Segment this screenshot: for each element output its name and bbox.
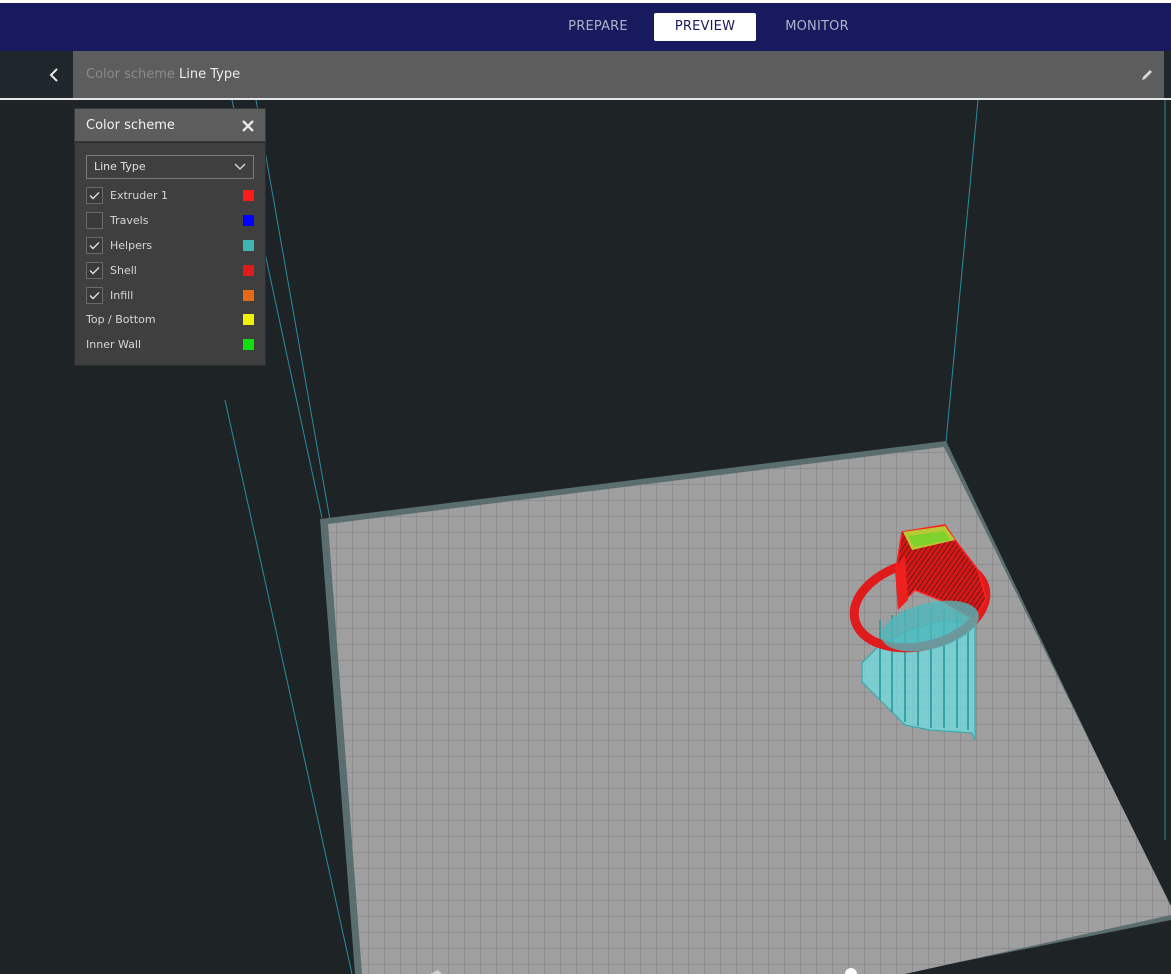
panel-header: Color scheme (74, 108, 266, 142)
checkbox[interactable] (86, 237, 103, 254)
chevron-down-icon (234, 163, 246, 171)
chevron-left-icon (49, 68, 58, 82)
checkmark-icon (89, 242, 100, 250)
build-plate (320, 441, 1171, 974)
color-scheme-selector[interactable]: Color scheme Line Type (73, 51, 1164, 98)
legend-item-helpers[interactable]: Helpers (86, 237, 256, 255)
dropdown-value: Line Type (94, 160, 146, 173)
panel-body: Line Type Extruder 1 Travels Helpers Shell I… (74, 142, 266, 366)
panel-title: Color scheme (86, 118, 175, 133)
color-scheme-panel: Color scheme Line Type Extruder 1 Travels… (74, 108, 266, 366)
legend-item-shell[interactable]: Shell (86, 262, 256, 280)
color-scheme-value: Line Type (179, 67, 241, 82)
legend-item-label: Inner Wall (86, 338, 141, 351)
color-scheme-label: Color scheme (86, 67, 175, 82)
close-icon[interactable] (240, 118, 256, 134)
tab-preview[interactable]: PREVIEW (654, 13, 756, 41)
view-header: Color scheme Line Type (0, 51, 1171, 100)
checkbox[interactable] (86, 212, 103, 229)
legend-item-extruder-1[interactable]: Extruder 1 (86, 187, 256, 205)
legend-item-label: Shell (110, 264, 137, 277)
checkmark-icon (89, 292, 100, 300)
legend-item-label: Extruder 1 (110, 189, 169, 202)
checkmark-icon (89, 192, 100, 200)
checkbox[interactable] (86, 187, 103, 204)
color-swatch (243, 339, 254, 350)
color-swatch (243, 215, 254, 226)
checkbox[interactable] (86, 287, 103, 304)
color-swatch (243, 190, 254, 201)
stage-menu-bar: PREPARE PREVIEW MONITOR (0, 0, 1171, 51)
legend-item-label: Top / Bottom (86, 313, 156, 326)
color-swatch (243, 290, 254, 301)
legend-item-label: Helpers (110, 239, 153, 252)
legend-item-label: Travels (110, 214, 149, 227)
legend-item-travels[interactable]: Travels (86, 212, 256, 230)
checkbox[interactable] (86, 262, 103, 279)
legend-item-label: Infill (110, 289, 134, 302)
tab-prepare[interactable]: PREPARE (557, 13, 639, 41)
back-button[interactable] (0, 51, 73, 98)
tab-monitor[interactable]: MONITOR (774, 13, 860, 41)
legend-item-inner-wall: Inner Wall (86, 336, 256, 354)
line-type-dropdown[interactable]: Line Type (86, 155, 254, 179)
legend-item-top-bottom: Top / Bottom (86, 311, 256, 329)
color-swatch (243, 265, 254, 276)
pencil-icon[interactable] (1140, 68, 1154, 82)
color-swatch (243, 314, 254, 325)
checkmark-icon (89, 267, 100, 275)
legend-item-infill[interactable]: Infill (86, 287, 256, 305)
color-swatch (243, 240, 254, 251)
